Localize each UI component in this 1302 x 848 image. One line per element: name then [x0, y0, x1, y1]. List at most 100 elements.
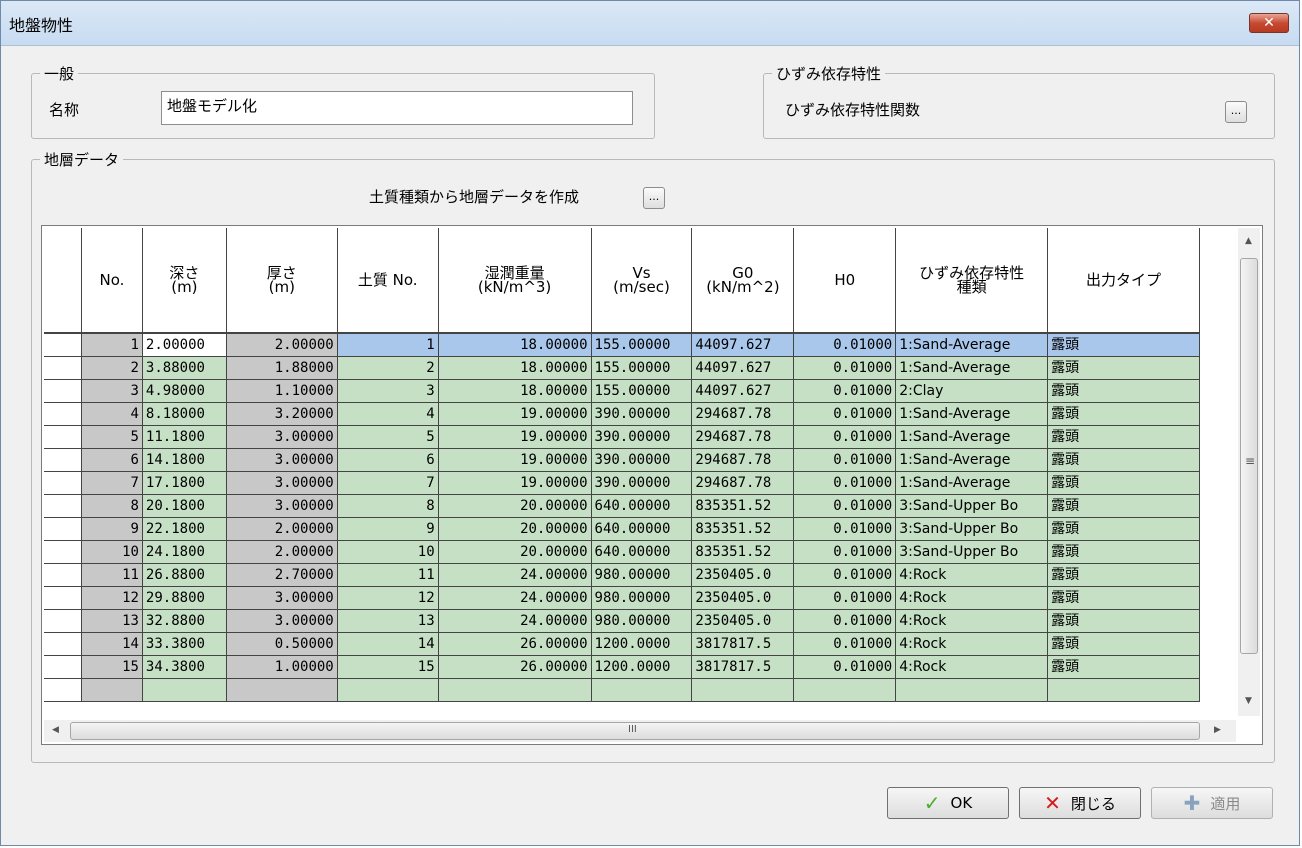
- column-header-row-no[interactable]: No.: [81, 228, 143, 334]
- cell-g0[interactable]: 2350405.0: [692, 564, 795, 587]
- cell-h0[interactable]: 0.01000: [794, 633, 897, 656]
- cell-depth[interactable]: 11.1800: [142, 426, 227, 449]
- title-bar[interactable]: 地盤物性 ✕: [1, 1, 1299, 46]
- cell-row-no[interactable]: 6: [81, 449, 143, 472]
- create-from-soil-button[interactable]: ...: [643, 187, 665, 209]
- cell-row-no[interactable]: 10: [81, 541, 143, 564]
- cell-soil-no[interactable]: 8: [337, 495, 439, 518]
- cell-g0[interactable]: 835351.52: [692, 495, 795, 518]
- cell-row-no[interactable]: 13: [81, 610, 143, 633]
- cell-strain-type[interactable]: 1:Sand-Average: [896, 357, 1049, 380]
- cell-vs[interactable]: 390.00000: [591, 449, 693, 472]
- cell-strain-type[interactable]: 1:Sand-Average: [896, 449, 1049, 472]
- cell-thickness[interactable]: 3.20000: [226, 403, 338, 426]
- cell-thickness[interactable]: 3.00000: [226, 610, 338, 633]
- cell-wet-weight[interactable]: 18.00000: [438, 334, 592, 357]
- cell-soil-no[interactable]: 5: [337, 426, 439, 449]
- cell-depth[interactable]: 3.88000: [142, 357, 227, 380]
- cell-row-header[interactable]: [44, 449, 82, 472]
- cell-row-header[interactable]: [44, 472, 82, 495]
- column-header-wet-weight[interactable]: 湿潤重量 (kN/m^3): [438, 228, 592, 334]
- cell-wet-weight[interactable]: 19.00000: [438, 403, 592, 426]
- cell-row-no[interactable]: 14: [81, 633, 143, 656]
- cell-output-type[interactable]: 露頭: [1048, 357, 1200, 380]
- cell-vs[interactable]: 1200.0000: [591, 633, 693, 656]
- table-row[interactable]: 12 29.8800 3.00000 12 24.00000 980.00000 23504…: [44, 587, 1200, 610]
- cell-soil-no[interactable]: 12: [337, 587, 439, 610]
- cell-strain-type[interactable]: 1:Sand-Average: [896, 334, 1049, 357]
- cell-row-header[interactable]: [44, 357, 82, 380]
- cell-h0[interactable]: 0.01000: [794, 656, 897, 679]
- cell-soil-no[interactable]: 14: [337, 633, 439, 656]
- cell-row-header[interactable]: [44, 564, 82, 587]
- cell-depth[interactable]: 32.8800: [142, 610, 227, 633]
- cell-soil-no[interactable]: 3: [337, 380, 439, 403]
- table-row[interactable]: 5 11.1800 3.00000 5 19.00000 390.00000 294687.…: [44, 426, 1200, 449]
- cell-thickness[interactable]: 1.00000: [226, 656, 338, 679]
- cell-h0[interactable]: 0.01000: [794, 334, 897, 357]
- table-row[interactable]: 1 2.00000 2.00000 1 18.00000 155.00000 44097.6…: [44, 334, 1200, 357]
- cell-row-header[interactable]: [44, 334, 82, 357]
- cell-output-type[interactable]: 露頭: [1048, 334, 1200, 357]
- cell-row-header[interactable]: [44, 495, 82, 518]
- cell-soil-no[interactable]: 15: [337, 656, 439, 679]
- cell-row-header[interactable]: [44, 541, 82, 564]
- table-row[interactable]: 8 20.1800 3.00000 8 20.00000 640.00000 835351.…: [44, 495, 1200, 518]
- cell-soil-no[interactable]: 7: [337, 472, 439, 495]
- cell-vs[interactable]: 1200.0000: [591, 656, 693, 679]
- cell-vs[interactable]: 390.00000: [591, 472, 693, 495]
- cell-output-type[interactable]: 露頭: [1048, 587, 1200, 610]
- cell-wet-weight[interactable]: 26.00000: [438, 633, 592, 656]
- cell-wet-weight[interactable]: 20.00000: [438, 541, 592, 564]
- cell-vs[interactable]: 980.00000: [591, 564, 693, 587]
- cell-wet-weight[interactable]: 19.00000: [438, 426, 592, 449]
- cell-g0[interactable]: 2350405.0: [692, 587, 795, 610]
- cell-depth[interactable]: 8.18000: [142, 403, 227, 426]
- cell-vs[interactable]: 155.00000: [591, 334, 693, 357]
- cell-thickness[interactable]: 0.50000: [226, 633, 338, 656]
- cell-thickness[interactable]: 3.00000: [226, 449, 338, 472]
- strain-function-button[interactable]: ...: [1225, 101, 1247, 123]
- cell-soil-no[interactable]: [337, 679, 439, 702]
- cell-row-header[interactable]: [44, 380, 82, 403]
- cell-vs[interactable]: 640.00000: [591, 541, 693, 564]
- cell-wet-weight[interactable]: 20.00000: [438, 495, 592, 518]
- cell-h0[interactable]: 0.01000: [794, 587, 897, 610]
- cell-wet-weight[interactable]: 18.00000: [438, 380, 592, 403]
- cell-g0[interactable]: 44097.627: [692, 380, 795, 403]
- table-row[interactable]: 3 4.98000 1.10000 3 18.00000 155.00000 44097.6…: [44, 380, 1200, 403]
- cell-output-type[interactable]: 露頭: [1048, 610, 1200, 633]
- table-row-new[interactable]: [44, 679, 1200, 702]
- scroll-right-icon[interactable]: ▶: [1214, 725, 1221, 735]
- cell-output-type[interactable]: 露頭: [1048, 403, 1200, 426]
- cell-g0[interactable]: 835351.52: [692, 518, 795, 541]
- cell-h0[interactable]: 0.01000: [794, 472, 897, 495]
- close-button[interactable]: ✕ 閉じる: [1019, 787, 1141, 819]
- cell-strain-type[interactable]: 3:Sand-Upper Bo: [896, 518, 1049, 541]
- cell-depth[interactable]: 20.1800: [142, 495, 227, 518]
- cell-strain-type[interactable]: [896, 679, 1049, 702]
- ok-button[interactable]: ✓ OK: [887, 787, 1009, 819]
- cell-strain-type[interactable]: 1:Sand-Average: [896, 472, 1049, 495]
- cell-thickness[interactable]: 3.00000: [226, 472, 338, 495]
- column-header-vs[interactable]: Vs (m/sec): [591, 228, 693, 334]
- cell-row-no[interactable]: 12: [81, 587, 143, 610]
- apply-button[interactable]: ✚ 適用: [1151, 787, 1273, 819]
- cell-output-type[interactable]: 露頭: [1048, 518, 1200, 541]
- cell-row-header[interactable]: [44, 426, 82, 449]
- cell-depth[interactable]: 14.1800: [142, 449, 227, 472]
- cell-h0[interactable]: 0.01000: [794, 541, 897, 564]
- cell-output-type[interactable]: 露頭: [1048, 656, 1200, 679]
- cell-output-type[interactable]: 露頭: [1048, 426, 1200, 449]
- column-header-output-type[interactable]: 出力タイプ: [1048, 228, 1200, 334]
- cell-depth[interactable]: 4.98000: [142, 380, 227, 403]
- cell-strain-type[interactable]: 4:Rock: [896, 587, 1049, 610]
- cell-thickness[interactable]: 2.00000: [226, 518, 338, 541]
- cell-thickness[interactable]: 3.00000: [226, 587, 338, 610]
- cell-g0[interactable]: 44097.627: [692, 334, 795, 357]
- cell-row-no[interactable]: 1: [81, 334, 143, 357]
- layer-grid[interactable]: No. 深さ (m) 厚さ (m) 土質 No. 湿潤重量 (kN/m^3) Vs (m/…: [41, 225, 1263, 745]
- cell-strain-type[interactable]: 3:Sand-Upper Bo: [896, 541, 1049, 564]
- cell-vs[interactable]: 390.00000: [591, 403, 693, 426]
- cell-output-type[interactable]: 露頭: [1048, 541, 1200, 564]
